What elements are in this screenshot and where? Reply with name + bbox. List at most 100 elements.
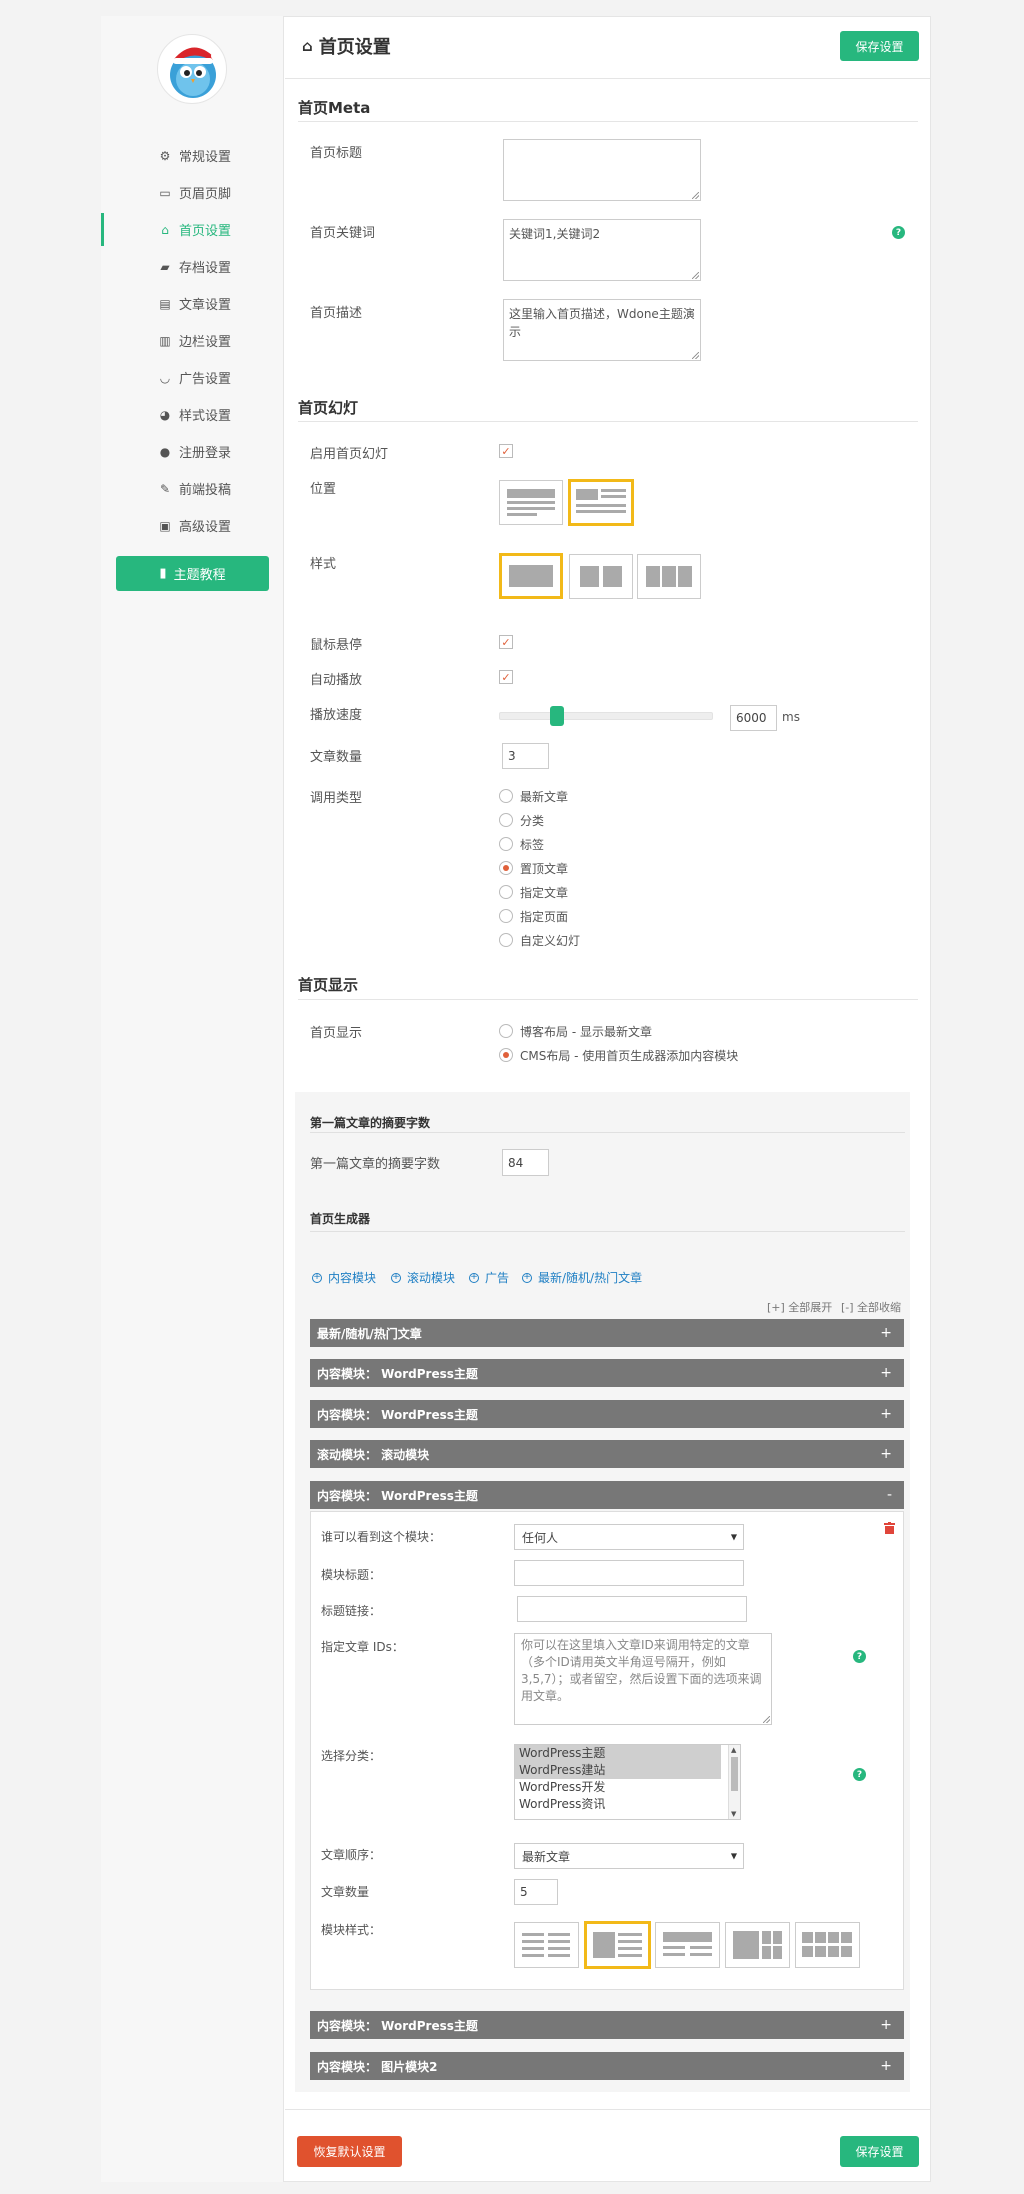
position-option-full[interactable] <box>499 480 563 525</box>
visibility-select[interactable]: 任何人 ▼ <box>514 1524 744 1550</box>
save-button-top[interactable]: 保存设置 <box>840 31 919 61</box>
module-bar[interactable]: 滚动模块： 滚动模块 + <box>310 1440 904 1468</box>
slider-type-radio[interactable] <box>499 861 513 875</box>
sidebar-item-advanced[interactable]: ▣ 高级设置 <box>101 507 284 544</box>
listbox-scrollbar[interactable]: ▲ ▼ <box>728 1745 740 1819</box>
home-title-input[interactable] <box>503 139 701 201</box>
expand-icon[interactable]: + <box>880 2017 892 2033</box>
module-style-option-grid[interactable] <box>725 1922 790 1968</box>
sidebar-item-header-footer[interactable]: ▭ 页眉页脚 <box>101 174 284 211</box>
speed-slider-handle[interactable] <box>549 706 564 726</box>
home-desc-input[interactable]: 这里输入首页描述，Wdone主题演示 <box>503 299 701 361</box>
module-style-option-list[interactable] <box>514 1922 579 1968</box>
module-style-option-tiles[interactable] <box>795 1922 860 1968</box>
post-count-input[interactable]: 5 <box>514 1879 558 1905</box>
link-text: 广告 <box>485 1271 510 1285</box>
add-ad-link[interactable]: + 广告 <box>469 1269 509 1286</box>
slider-type-radio[interactable] <box>499 885 513 899</box>
expand-icon[interactable]: + <box>880 1365 892 1381</box>
save-button-bottom[interactable]: 保存设置 <box>840 2136 919 2167</box>
module-title-input[interactable] <box>514 1560 744 1586</box>
post-ids-input[interactable]: 你可以在这里填入文章ID来调用特定的文章（多个ID请用英文半角逗号隔开，例如3,… <box>514 1633 772 1725</box>
slider-enable-checkbox[interactable]: ✓ <box>499 444 513 458</box>
help-icon[interactable]: ? <box>853 1768 866 1781</box>
category-listbox[interactable]: WordPress主题 WordPress建站 WordPress开发 Word… <box>514 1744 741 1820</box>
sidebar-item-style[interactable]: ◕ 样式设置 <box>101 396 284 433</box>
sidebar-item-login[interactable]: ● 注册登录 <box>101 433 284 470</box>
slider-type-radio[interactable] <box>499 837 513 851</box>
collapse-icon[interactable]: - <box>887 1487 892 1503</box>
scroll-up-icon[interactable]: ▲ <box>731 1746 736 1754</box>
display-radio-cms[interactable] <box>499 1048 513 1062</box>
order-label: 文章顺序： <box>321 1848 382 1862</box>
title-link-input[interactable] <box>517 1596 747 1622</box>
category-option[interactable]: WordPress开发 <box>515 1779 721 1796</box>
slider-type-radio[interactable] <box>499 909 513 923</box>
slider-count-input[interactable]: 3 <box>502 743 549 769</box>
sidebar-item-home[interactable]: ⌂ 首页设置 <box>101 211 284 248</box>
module-style-option-top-image[interactable] <box>655 1922 720 1968</box>
slider-type-option: 置顶文章 <box>520 862 569 876</box>
help-icon[interactable]: ? <box>892 226 905 239</box>
expand-icon[interactable]: + <box>880 2058 892 2074</box>
add-latest-posts-link[interactable]: + 最新/随机/热门文章 <box>522 1269 642 1286</box>
sidebar-item-general[interactable]: ⚙ 常规设置 <box>101 137 284 174</box>
slider-enable-label: 启用首页幻灯 <box>310 447 389 462</box>
slider-hover-checkbox[interactable]: ✓ <box>499 635 513 649</box>
add-scroll-module-link[interactable]: + 滚动模块 <box>391 1269 455 1286</box>
layout-left-icon <box>576 489 626 513</box>
style-tiles-icon <box>802 1932 852 1957</box>
slider-type-radio[interactable] <box>499 789 513 803</box>
sidebar-item-widgets[interactable]: ▥ 边栏设置 <box>101 322 284 359</box>
tutorial-button[interactable]: ▮ 主题教程 <box>116 556 269 591</box>
slider-autoplay-checkbox[interactable]: ✓ <box>499 670 513 684</box>
collapse-all-link[interactable]: [-] 全部收缩 <box>841 1299 901 1315</box>
slider-count-label: 文章数量 <box>310 750 363 765</box>
sidebar-item-label: 首页设置 <box>179 224 232 239</box>
module-bar[interactable]: 内容模块： WordPress主题 + <box>310 1359 904 1387</box>
expand-icon[interactable]: + <box>880 1406 892 1422</box>
speed-slider-track[interactable] <box>499 712 713 720</box>
sidebar-nav: ⚙ 常规设置 ▭ 页眉页脚 ⌂ 首页设置 ▰ 存档设置 ▤ 文章设置 ▥ 边栏设置 ◡ 广告设… <box>101 137 284 544</box>
section-title-meta: 首页Meta <box>298 99 371 117</box>
help-icon[interactable]: ? <box>853 1650 866 1663</box>
expand-all-link[interactable]: [+] 全部展开 <box>767 1299 832 1315</box>
expand-icon[interactable]: + <box>880 1325 892 1341</box>
post-count-label: 文章数量 <box>321 1885 370 1899</box>
module-bar[interactable]: 最新/随机/热门文章 + <box>310 1319 904 1347</box>
speed-input[interactable]: 6000 <box>730 705 777 731</box>
excerpt-input[interactable]: 84 <box>502 1149 549 1176</box>
home-desc-label: 首页描述 <box>310 306 363 321</box>
style-option-single[interactable] <box>499 553 563 599</box>
trash-icon[interactable] <box>884 1522 895 1537</box>
add-content-module-link[interactable]: + 内容模块 <box>312 1269 376 1286</box>
module-bar[interactable]: 内容模块： WordPress主题 + <box>310 2011 904 2039</box>
slider-type-radio[interactable] <box>499 933 513 947</box>
sidebar-item-article[interactable]: ▤ 文章设置 <box>101 285 284 322</box>
module-bar-title: 最新/随机/热门文章 <box>317 1326 422 1341</box>
category-option[interactable]: WordPress建站 <box>515 1762 721 1779</box>
style-single-icon <box>509 565 553 587</box>
scroll-down-icon[interactable]: ▼ <box>731 1810 736 1818</box>
category-option[interactable]: WordPress资讯 <box>515 1796 721 1813</box>
sidebar-item-ads[interactable]: ◡ 广告设置 <box>101 359 284 396</box>
style-option-double[interactable] <box>569 554 633 599</box>
sidebar-item-archive[interactable]: ▰ 存档设置 <box>101 248 284 285</box>
module-bar[interactable]: 内容模块： WordPress主题 + <box>310 1400 904 1428</box>
module-bar[interactable]: 内容模块： 图片模块2 + <box>310 2052 904 2080</box>
category-option[interactable]: WordPress主题 <box>515 1745 721 1762</box>
display-radio-blog[interactable] <box>499 1024 513 1038</box>
home-keywords-input[interactable]: 关键词1,关键词2 <box>503 219 701 281</box>
module-bar-open[interactable]: 内容模块： WordPress主题 - <box>310 1481 904 1509</box>
order-select[interactable]: 最新文章 ▼ <box>514 1843 744 1869</box>
sidebar-item-submit[interactable]: ✎ 前端投稿 <box>101 470 284 507</box>
style-option-triple[interactable] <box>637 554 701 599</box>
slider-type-radio[interactable] <box>499 813 513 827</box>
reset-defaults-button[interactable]: 恢复默认设置 <box>297 2136 402 2167</box>
sidebar-item-label: 页眉页脚 <box>179 187 232 202</box>
module-style-option-left-image[interactable] <box>584 1921 651 1969</box>
plus-circle-icon: + <box>522 1272 532 1283</box>
expand-icon[interactable]: + <box>880 1446 892 1462</box>
position-option-left[interactable] <box>568 479 634 526</box>
scroll-thumb[interactable] <box>731 1757 738 1791</box>
